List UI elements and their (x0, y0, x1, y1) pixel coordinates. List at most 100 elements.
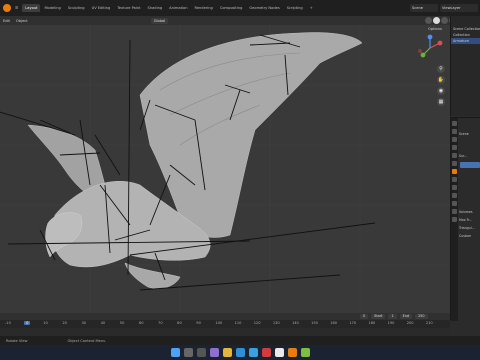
timeline-tick: 20 (62, 321, 67, 325)
app-icon-red[interactable] (261, 348, 271, 357)
tab-rendering[interactable]: Rendering (191, 4, 215, 12)
outliner-panel: Scene Collection Collection Armature (450, 16, 480, 116)
timeline-tick: 180 (368, 321, 376, 325)
properties-tab-column (451, 118, 458, 321)
timeline-tick: 130 (272, 321, 280, 325)
timeline-tick: 50 (119, 321, 125, 325)
props-row-custom[interactable]: Custom (459, 234, 471, 238)
solid-shading-icon[interactable] (433, 17, 440, 24)
zoom-icon[interactable]: ⚲ (437, 65, 445, 73)
props-row-scene: Scene (459, 132, 469, 136)
world-tab-icon[interactable] (452, 161, 457, 166)
tab-sculpting[interactable]: Sculpting (65, 4, 88, 12)
tab-geometry-nodes[interactable]: Geometry Nodes (246, 4, 282, 12)
props-selected-item[interactable] (460, 162, 480, 168)
chrome-icon[interactable] (300, 348, 310, 357)
timeline-tick: -10 (5, 321, 11, 325)
task-view-icon[interactable] (196, 348, 206, 357)
tab-scripting[interactable]: Scripting (284, 4, 306, 12)
file-explorer-icon[interactable] (222, 348, 232, 357)
timeline-tick: 160 (330, 321, 338, 325)
timeline-tick: 60 (138, 321, 144, 325)
blender-logo-icon[interactable] (3, 4, 11, 12)
start-frame-field[interactable]: 1 (388, 314, 397, 319)
modifier-tab-icon[interactable] (452, 177, 457, 182)
tool-tab-icon[interactable] (452, 121, 457, 126)
material-shading-icon[interactable] (441, 17, 448, 24)
tab-compositing[interactable]: Compositing (217, 4, 246, 12)
scene-tab-icon[interactable] (452, 153, 457, 158)
chat-icon[interactable] (209, 348, 219, 357)
properties-panel: Scene Sur... Volumes Max Fr... Triangul.… (450, 117, 480, 321)
timeline-tick: 120 (253, 321, 261, 325)
start-menu-icon[interactable] (170, 348, 180, 357)
workspace-tab-bar: ☰ Layout Modeling Sculpting UV Editing T… (0, 0, 480, 16)
outliner-item-armature[interactable]: Armature (451, 38, 480, 44)
camera-icon[interactable]: ◉ (437, 87, 445, 95)
pan-hand-icon[interactable]: ✋ (437, 76, 445, 84)
status-rotate-view: Rotate View (6, 338, 28, 343)
search-icon[interactable] (183, 348, 193, 357)
eagle-mesh-drawing (0, 25, 450, 313)
particles-tab-icon[interactable] (452, 185, 457, 190)
scene-selector[interactable]: Scene (410, 4, 438, 12)
timeline-tick: 40 (100, 321, 106, 325)
timeline-tick: 190 (387, 321, 395, 325)
orientation-dropdown[interactable]: Global (150, 17, 169, 24)
tab-texture-paint[interactable]: Texture Paint (114, 4, 143, 12)
props-row-triangulate[interactable]: Triangul... (459, 226, 475, 230)
props-row-volumes[interactable]: Volumes (459, 210, 473, 214)
output-tab-icon[interactable] (452, 137, 457, 142)
app-icon-white[interactable] (274, 348, 284, 357)
tab-shading[interactable]: Shading (145, 4, 166, 12)
menu-edit[interactable]: Edit (0, 19, 13, 23)
timeline-tick: 70 (158, 321, 163, 325)
start-frame-label: Start (371, 314, 386, 319)
status-bar: Rotate View Object Context Menu (0, 336, 480, 345)
timeline-tick: 30 (81, 321, 87, 325)
perspective-grid-icon[interactable]: ▦ (437, 98, 445, 106)
timeline-tick: 200 (406, 321, 414, 325)
current-frame-field[interactable]: 0 (360, 314, 369, 319)
material-tab-icon[interactable] (452, 217, 457, 222)
tab-modeling[interactable]: Modeling (41, 4, 63, 12)
status-context-menu: Object Context Menu (67, 338, 106, 343)
tab-uv-editing[interactable]: UV Editing (89, 4, 114, 12)
constraints-tab-icon[interactable] (452, 201, 457, 206)
navigation-gizmo-icon[interactable] (415, 33, 445, 63)
timeline-tick: 90 (196, 321, 201, 325)
timeline-tick: 10 (43, 321, 48, 325)
tab-animation[interactable]: Animation (166, 4, 190, 12)
tab-layout[interactable]: Layout (22, 4, 41, 12)
edge-browser-icon[interactable] (235, 348, 245, 357)
timeline-tick: 140 (291, 321, 299, 325)
timeline-tick: 210 (425, 321, 433, 325)
viewport-options-button[interactable]: Options (428, 27, 442, 31)
timeline-tick: 100 (215, 321, 223, 325)
timeline-tick: 150 (311, 321, 318, 325)
end-frame-field[interactable]: 250 (415, 314, 428, 319)
props-row-max-frame[interactable]: Max Fr... (459, 218, 472, 222)
props-row-surface[interactable]: Sur... (459, 154, 467, 158)
menu-object[interactable]: Object (13, 19, 31, 23)
timeline-track[interactable] (0, 328, 450, 336)
viewlayer-selector[interactable]: ViewLayer (440, 4, 478, 12)
windows-taskbar (0, 345, 480, 360)
timeline-tick: 170 (349, 321, 357, 325)
blender-taskbar-icon[interactable] (287, 348, 297, 357)
3d-viewport[interactable]: Options (0, 25, 450, 313)
viewport-header: Edit Object Global (0, 16, 450, 25)
render-tab-icon[interactable] (452, 129, 457, 134)
data-tab-icon[interactable] (452, 209, 457, 214)
view-layer-tab-icon[interactable] (452, 145, 457, 150)
object-tab-icon[interactable] (452, 169, 457, 174)
timeline-tick: 80 (177, 321, 182, 325)
wireframe-shading-icon[interactable] (425, 17, 432, 24)
timeline-ruler[interactable]: -10 0 10 20 30 40 50 60 70 80 90 100 110 120 130 140 150… (0, 320, 450, 328)
physics-tab-icon[interactable] (452, 193, 457, 198)
timeline-tick: 0 (24, 321, 31, 325)
add-workspace-button[interactable]: + (307, 4, 316, 12)
timeline-tick: 110 (234, 321, 242, 325)
menu-file[interactable]: ☰ (12, 4, 21, 12)
store-icon[interactable] (248, 348, 258, 357)
